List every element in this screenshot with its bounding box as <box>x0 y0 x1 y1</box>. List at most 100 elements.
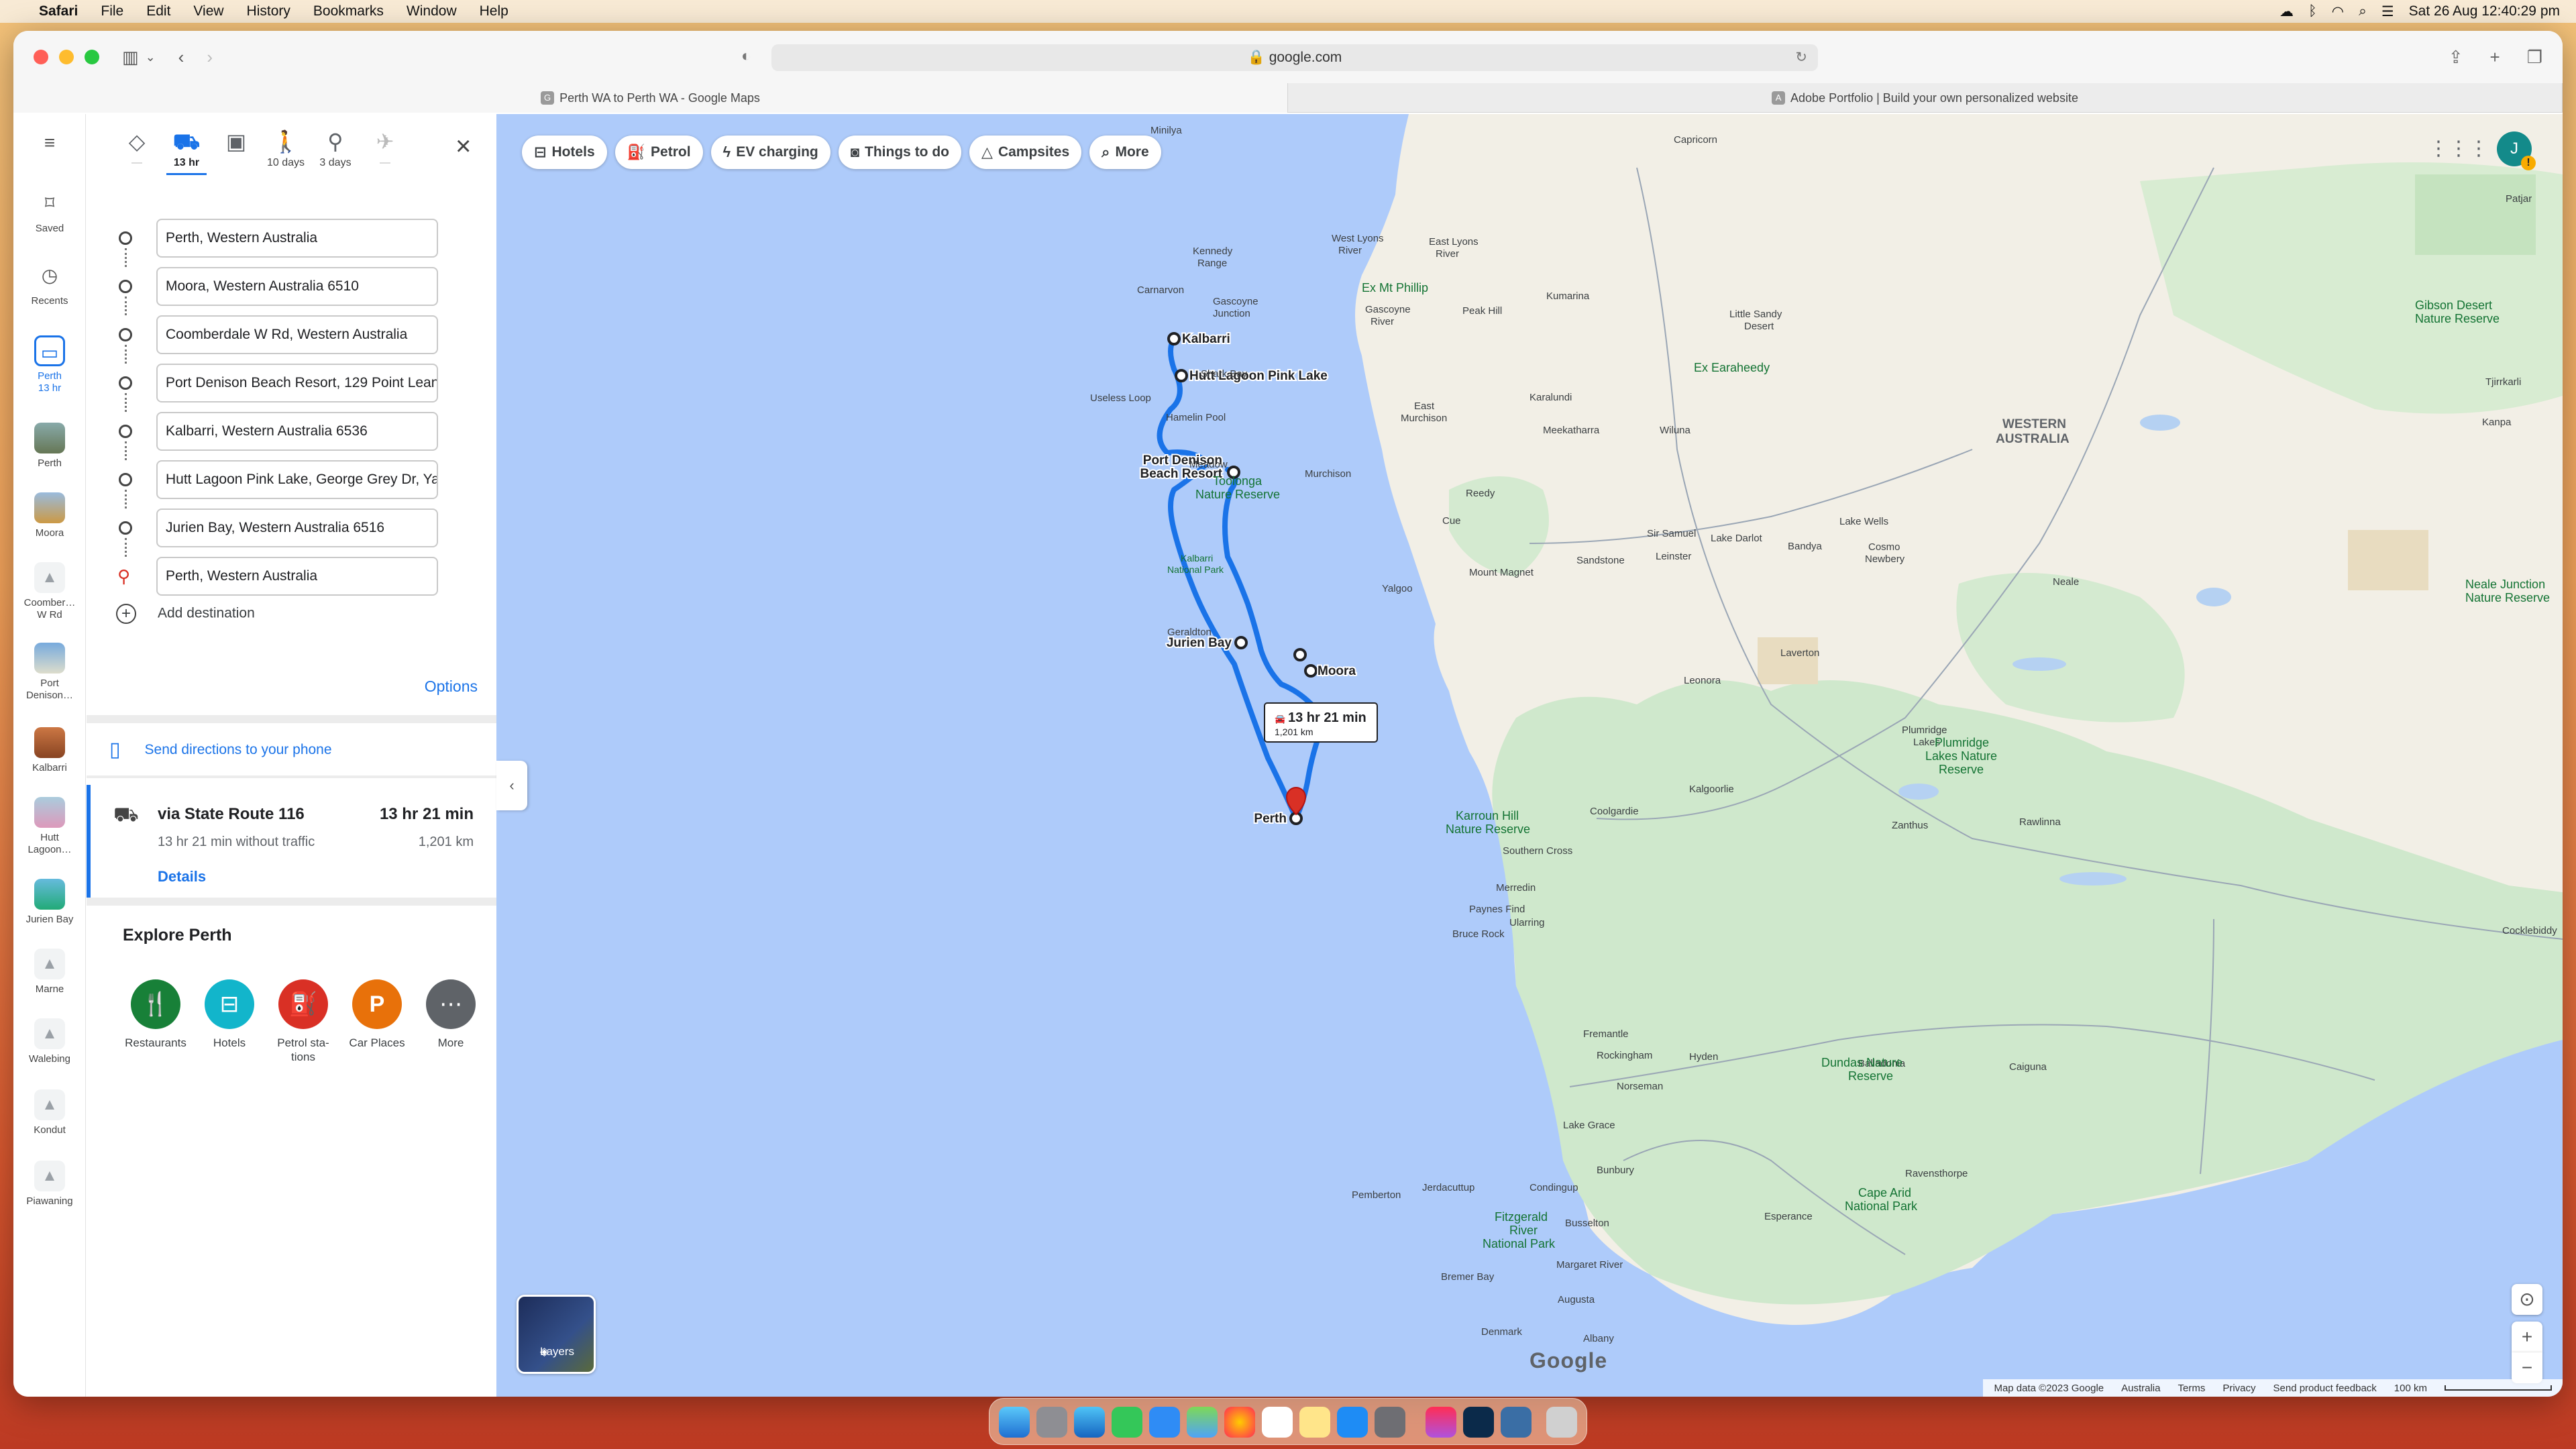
scale-label[interactable]: 100 km <box>2394 1383 2427 1394</box>
address-bar[interactable]: 🔒 google.com ↻ <box>771 44 1818 71</box>
mode-flight[interactable]: ✈ — <box>362 126 409 169</box>
menu-edit[interactable]: Edit <box>146 3 170 19</box>
stop-marker-moora[interactable] <box>1304 664 1318 678</box>
rail-item-walebing[interactable]: ▲ Walebing <box>13 1018 86 1065</box>
layers-button[interactable]: ◈ Layers <box>517 1295 596 1374</box>
mode-transit[interactable]: ▣ <box>213 126 260 157</box>
stop-marker-coomberdale[interactable] <box>1293 648 1307 661</box>
menu-history[interactable]: History <box>247 3 290 19</box>
calendar-icon[interactable] <box>1262 1407 1293 1438</box>
system-settings-icon[interactable] <box>1375 1407 1405 1438</box>
notes-icon[interactable] <box>1299 1407 1330 1438</box>
menu-help[interactable]: Help <box>480 3 508 19</box>
reload-icon[interactable]: ↻ <box>1795 44 1807 71</box>
menu-file[interactable]: File <box>101 3 123 19</box>
close-directions-button[interactable]: × <box>455 131 471 162</box>
share-icon[interactable]: ⇪ <box>2449 47 2463 68</box>
explore-more[interactable]: ⋯ More <box>414 979 488 1050</box>
waypoint-input-5[interactable]: Kalbarri, Western Australia 6536 <box>156 412 438 451</box>
chevron-down-icon[interactable]: ⌄ <box>146 50 156 64</box>
rail-item-current-route[interactable]: ▭ Perth 13 hr <box>13 335 86 394</box>
terms-link[interactable]: Terms <box>2178 1383 2205 1394</box>
waypoint-input-2[interactable]: Moora, Western Australia 6510 <box>156 267 438 306</box>
bluetooth-icon[interactable]: ᛒ <box>2308 3 2317 19</box>
lightroom-classic-icon[interactable] <box>1463 1407 1494 1438</box>
options-link[interactable]: Options <box>425 678 478 696</box>
route-details-link[interactable]: Details <box>158 868 206 885</box>
menu-window[interactable]: Window <box>407 3 457 19</box>
rail-item-moora[interactable]: Moora <box>13 492 86 539</box>
chip-things-to-do[interactable]: ◙ Things to do <box>838 136 962 169</box>
chip-petrol[interactable]: ⛽ Petrol <box>614 136 703 169</box>
rail-item-coomberdale[interactable]: ▲ Coomber… W Rd <box>13 562 86 621</box>
chip-more[interactable]: ⌕ More <box>1089 136 1161 169</box>
chip-campsites[interactable]: △ Campsites <box>969 136 1082 169</box>
waypoint-input-4[interactable]: Port Denison Beach Resort, 129 Point Lea… <box>156 364 438 402</box>
privacy-link[interactable]: Privacy <box>2222 1383 2255 1394</box>
wifi-icon[interactable]: ◠ <box>2332 3 2344 20</box>
app-store-icon[interactable] <box>1337 1407 1368 1438</box>
stop-marker-hutt-lagoon[interactable] <box>1175 369 1188 382</box>
finder-icon[interactable] <box>999 1407 1030 1438</box>
clock[interactable]: Sat 26 Aug 12:40:29 pm <box>2409 3 2560 19</box>
launchpad-icon[interactable] <box>1036 1407 1067 1438</box>
preview-icon[interactable] <box>1501 1407 1532 1438</box>
photos-icon[interactable] <box>1224 1407 1255 1438</box>
region-link[interactable]: Australia <box>2121 1383 2160 1394</box>
rail-item-recents[interactable]: ◷ Recents <box>13 260 86 307</box>
explore-car-places[interactable]: P Car Places <box>340 979 414 1050</box>
rail-item-kalbarri[interactable]: Kalbarri <box>13 727 86 774</box>
mode-best[interactable]: ◇ — <box>113 126 160 169</box>
sidebar-toggle-icon[interactable]: ▥ <box>122 47 139 68</box>
minimize-window-button[interactable] <box>59 50 74 64</box>
my-location-button[interactable]: ⊙ <box>2512 1284 2542 1315</box>
tab-adobe-portfolio[interactable]: A Adobe Portfolio | Build your own person… <box>1288 83 2563 113</box>
send-to-phone-link[interactable]: ▯ Send directions to your phone <box>109 738 332 761</box>
mode-walking[interactable]: 🚶 10 days <box>262 126 309 169</box>
mode-cycling[interactable]: ⚲ 3 days <box>312 126 359 169</box>
stop-marker-jurien-bay[interactable] <box>1234 636 1248 649</box>
feedback-link[interactable]: Send product feedback <box>2273 1383 2377 1394</box>
tab-google-maps[interactable]: G Perth WA to Perth WA - Google Maps <box>13 83 1288 113</box>
rail-item-port-denison[interactable]: Port Denison… <box>13 643 86 702</box>
creative-cloud-app-icon[interactable] <box>1426 1407 1456 1438</box>
destination-pin-icon[interactable] <box>1285 787 1307 816</box>
rail-item-marne[interactable]: ▲ Marne <box>13 949 86 996</box>
trash-icon[interactable] <box>1546 1407 1577 1438</box>
rail-item-perth[interactable]: Perth <box>13 423 86 470</box>
waypoint-input-3[interactable]: Coomberdale W Rd, Western Australia <box>156 315 438 354</box>
privacy-shield-icon[interactable]: ◐ <box>741 47 751 66</box>
tab-overview-icon[interactable]: ❐ <box>2527 47 2542 68</box>
stop-marker-kalbarri[interactable] <box>1167 332 1181 345</box>
new-tab-icon[interactable]: + <box>2490 47 2500 68</box>
scale-bar[interactable] <box>2445 1385 2552 1391</box>
rail-item-hutt-lagoon[interactable]: Hutt Lagoon… <box>13 797 86 856</box>
rail-item-saved[interactable]: ⌑ Saved <box>13 188 86 235</box>
collapse-panel-button[interactable]: ‹ <box>496 761 527 810</box>
zoom-in-button[interactable]: + <box>2512 1322 2542 1352</box>
maps-icon[interactable] <box>1187 1407 1218 1438</box>
menu-button[interactable]: ≡ <box>13 127 86 162</box>
safari-icon[interactable] <box>1074 1407 1105 1438</box>
waypoint-input-7[interactable]: Jurien Bay, Western Australia 6516 <box>156 508 438 547</box>
control-center-icon[interactable]: ☰ <box>2381 3 2394 20</box>
mode-driving[interactable]: ⛟ 13 hr <box>163 126 210 175</box>
app-menu[interactable]: Safari <box>39 3 78 19</box>
waypoint-input-1[interactable]: Perth, Western Australia <box>156 219 438 258</box>
explore-hotels[interactable]: ⊟ Hotels <box>193 979 266 1050</box>
map-canvas[interactable]: 🚘 13 hr 21 min 1,201 km Kalbarri Hutt La… <box>496 114 2563 1397</box>
chip-hotels[interactable]: ⊟ Hotels <box>522 136 607 169</box>
search-icon[interactable]: ⌕ <box>2359 3 2367 19</box>
rail-item-kondut[interactable]: ▲ Kondut <box>13 1089 86 1136</box>
menu-bookmarks[interactable]: Bookmarks <box>313 3 384 19</box>
explore-restaurants[interactable]: 🍴 Restaurants <box>119 979 193 1050</box>
rail-item-piawaning[interactable]: ▲ Piawaning <box>13 1161 86 1208</box>
messages-icon[interactable] <box>1112 1407 1142 1438</box>
mail-icon[interactable] <box>1149 1407 1180 1438</box>
map-graphics[interactable]: 🚘 13 hr 21 min 1,201 km Kalbarri Hutt La… <box>496 114 2563 1397</box>
google-apps-icon[interactable]: ⋮⋮⋮ <box>2428 137 2489 160</box>
add-destination-button[interactable]: + Add destination <box>116 604 255 624</box>
menu-view[interactable]: View <box>193 3 223 19</box>
close-window-button[interactable] <box>34 50 48 64</box>
chip-ev-charging[interactable]: ϟ EV charging <box>710 136 830 169</box>
